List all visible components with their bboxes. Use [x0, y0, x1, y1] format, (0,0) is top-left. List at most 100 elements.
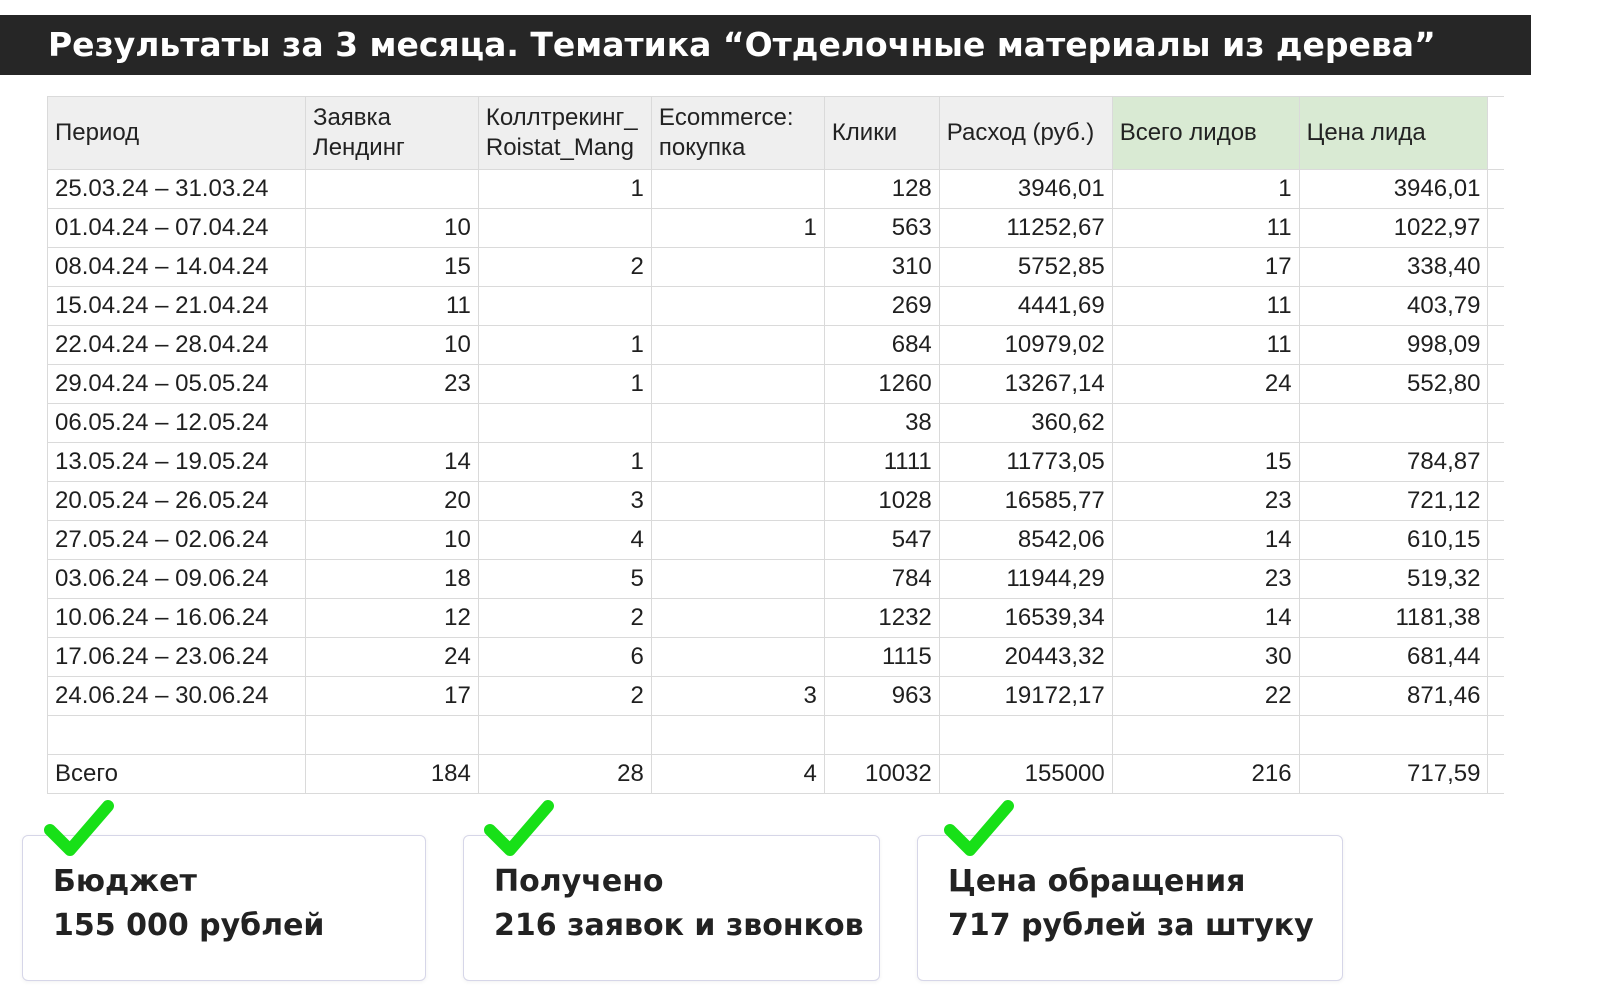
value-cell [1298, 403, 1489, 443]
value-cell: 5752,85 [938, 247, 1113, 287]
period-cell: 08.04.24 – 14.04.24 [47, 247, 306, 287]
period-cell: Всего [47, 754, 306, 794]
period-cell: 01.04.24 – 07.04.24 [47, 208, 306, 248]
value-cell: 24 [304, 637, 479, 677]
value-cell [477, 208, 652, 248]
value-cell: 12 [304, 598, 479, 638]
value-cell: 2 [477, 247, 652, 287]
table-row: 25.03.24 – 31.03.24 1 128 3946,01 1 3946,01 [47, 169, 1504, 209]
received-card-title: Получено [494, 864, 664, 899]
value-cell: 184 [304, 754, 479, 794]
period-cell: 10.06.24 – 16.06.24 [47, 598, 306, 638]
value-cell [650, 637, 825, 677]
value-cell: 1181,38 [1298, 598, 1489, 638]
value-cell [477, 403, 652, 443]
value-cell: 998,09 [1298, 325, 1489, 365]
table-row: 10.06.24 – 16.06.24 12 2 1232 16539,34 14 1181… [47, 598, 1504, 638]
value-cell: 22 [1111, 676, 1300, 716]
value-cell: 15 [1111, 442, 1300, 482]
value-cell: 5 [477, 559, 652, 599]
value-cell: 17 [304, 676, 479, 716]
table-body: 25.03.24 – 31.03.24 1 128 3946,01 1 3946,01 01… [47, 169, 1504, 794]
value-cell: 784 [823, 559, 940, 599]
period-cell: 24.06.24 – 30.06.24 [47, 676, 306, 716]
spacer-cell [1487, 364, 1504, 404]
value-cell: 338,40 [1298, 247, 1489, 287]
value-cell [1111, 403, 1300, 443]
value-cell: 10 [304, 208, 479, 248]
spacer-cell [1487, 481, 1504, 521]
period-cell: 29.04.24 – 05.05.24 [47, 364, 306, 404]
column-header: Ecommerce: покупка [650, 96, 825, 170]
value-cell: 16539,34 [938, 598, 1113, 638]
value-cell: 6 [477, 637, 652, 677]
period-cell: 03.06.24 – 09.06.24 [47, 559, 306, 599]
period-cell: 13.05.24 – 19.05.24 [47, 442, 306, 482]
value-cell: 128 [823, 169, 940, 209]
period-cell: 27.05.24 – 02.06.24 [47, 520, 306, 560]
value-cell [650, 598, 825, 638]
value-cell [477, 286, 652, 326]
value-cell: 155000 [938, 754, 1113, 794]
value-cell: 1 [650, 208, 825, 248]
value-cell: 1 [477, 325, 652, 365]
value-cell: 4441,69 [938, 286, 1113, 326]
value-cell: 28 [477, 754, 652, 794]
value-cell [650, 715, 825, 755]
spacer-cell [1487, 403, 1504, 443]
table-row: 29.04.24 – 05.05.24 23 1 1260 13267,14 24 552,… [47, 364, 1504, 404]
spacer-cell [1487, 715, 1504, 755]
value-cell: 10032 [823, 754, 940, 794]
value-cell: 2 [477, 598, 652, 638]
spacer-cell [1487, 247, 1504, 287]
value-cell [650, 169, 825, 209]
value-cell [938, 715, 1113, 755]
column-header: Клики [823, 96, 940, 170]
period-cell [47, 715, 306, 755]
value-cell [650, 481, 825, 521]
value-cell: 963 [823, 676, 940, 716]
value-cell: 3946,01 [938, 169, 1113, 209]
column-header: Всего лидов [1111, 96, 1300, 170]
table-row: 20.05.24 – 26.05.24 20 3 1028 16585,77 23 721,… [47, 481, 1504, 521]
value-cell: 4 [477, 520, 652, 560]
value-cell: 681,44 [1298, 637, 1489, 677]
lead-price-card: Цена обращения 717 рублей за штуку [917, 835, 1343, 981]
value-cell: 610,15 [1298, 520, 1489, 560]
value-cell: 38 [823, 403, 940, 443]
page-title: Результаты за 3 месяца. Тематика “Отдело… [0, 15, 1531, 75]
value-cell: 216 [1111, 754, 1300, 794]
period-cell: 20.05.24 – 26.05.24 [47, 481, 306, 521]
value-cell [304, 715, 479, 755]
value-cell [650, 364, 825, 404]
table-header-row: Период Заявка Лендинг Коллтрекинг_ Roistat… [47, 96, 1504, 170]
value-cell: 1 [477, 169, 652, 209]
value-cell: 11 [1111, 325, 1300, 365]
spacer-cell [1487, 637, 1504, 677]
value-cell: 1028 [823, 481, 940, 521]
column-header: Заявка Лендинг [304, 96, 479, 170]
value-cell: 784,87 [1298, 442, 1489, 482]
results-table: Период Заявка Лендинг Коллтрекинг_ Roistat… [47, 96, 1504, 794]
spacer-cell [1487, 169, 1504, 209]
value-cell: 20443,32 [938, 637, 1113, 677]
value-cell [477, 715, 652, 755]
value-cell: 403,79 [1298, 286, 1489, 326]
value-cell: 14 [1111, 598, 1300, 638]
value-cell: 3 [477, 481, 652, 521]
value-cell: 14 [304, 442, 479, 482]
table-row: Всего 184 28 4 10032 155000 216 717,59 [47, 754, 1504, 794]
value-cell: 269 [823, 286, 940, 326]
table-row: 01.04.24 – 07.04.24 10 1 563 11252,67 11 1022,… [47, 208, 1504, 248]
period-cell: 22.04.24 – 28.04.24 [47, 325, 306, 365]
column-header: Коллтрекинг_ Roistat_Mang [477, 96, 652, 170]
table-row: 22.04.24 – 28.04.24 10 1 684 10979,02 11 998,0… [47, 325, 1504, 365]
value-cell [823, 715, 940, 755]
value-cell: 3 [650, 676, 825, 716]
value-cell: 15 [304, 247, 479, 287]
value-cell: 1 [477, 442, 652, 482]
table-row: 17.06.24 – 23.06.24 24 6 1115 20443,32 30 681,… [47, 637, 1504, 677]
value-cell: 24 [1111, 364, 1300, 404]
value-cell: 310 [823, 247, 940, 287]
budget-card-value: 155 000 рублей [53, 908, 325, 943]
